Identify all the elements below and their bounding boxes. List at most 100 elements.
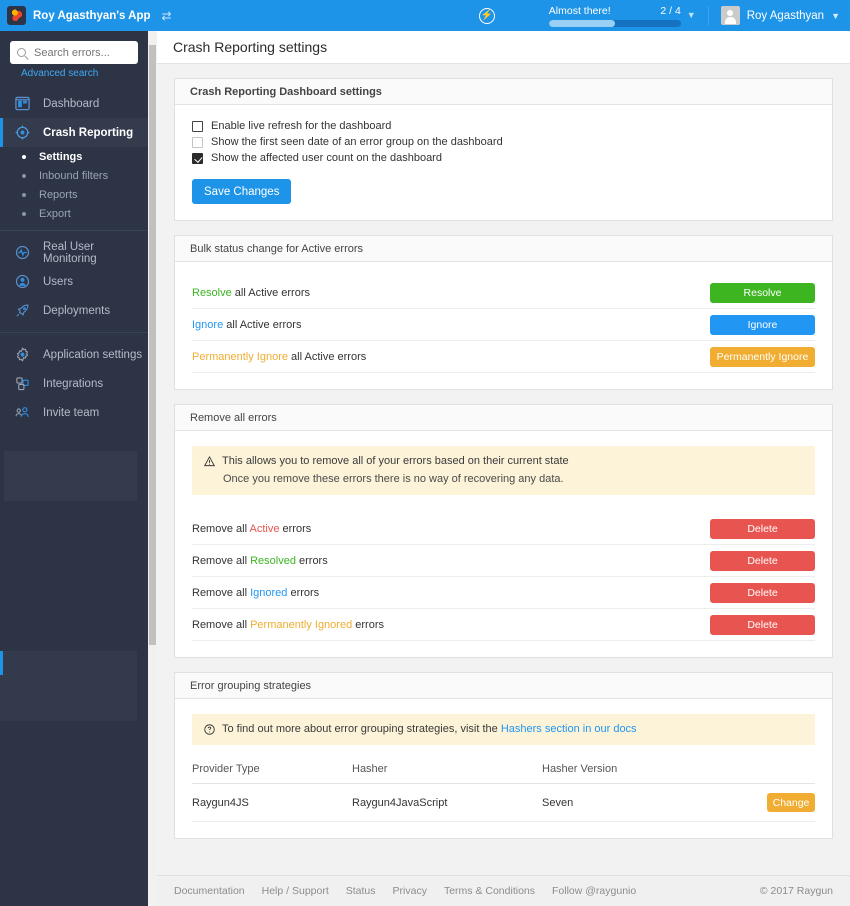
bulk-keyword[interactable]: Permanently Ignore xyxy=(192,351,288,363)
brand-area[interactable]: Roy Agasthyan's App ⇄ xyxy=(0,0,172,31)
bulk-row-text: Ignore all Active errors xyxy=(192,319,301,331)
advanced-search-link[interactable]: Advanced search xyxy=(10,64,138,79)
card-heading: Bulk status change for Active errors xyxy=(175,236,832,262)
progress-labels: Almost there! 2 / 4 xyxy=(549,5,681,17)
bulk-keyword[interactable]: Ignore xyxy=(192,319,223,331)
sidebar: Advanced search Dashboard xyxy=(0,31,148,906)
user-menu[interactable]: Roy Agasthyan ▼ xyxy=(720,6,850,25)
column-header-actions xyxy=(755,763,815,784)
checkbox-first-seen-date[interactable] xyxy=(192,136,203,148)
checkbox-row-affected-user-count[interactable]: Show the affected user count on the dash… xyxy=(192,152,815,164)
checkbox-row-first-seen-date[interactable]: Show the first seen date of an error gro… xyxy=(192,136,815,148)
card-heading: Crash Reporting Dashboard settings xyxy=(175,79,832,105)
bolt-circle-icon[interactable]: ⚡ xyxy=(478,7,495,24)
change-hasher-button[interactable]: Change xyxy=(767,793,815,812)
page-header: Crash Reporting settings xyxy=(157,31,850,64)
sidebar-search-wrap: Advanced search xyxy=(0,31,148,79)
bulk-ignore-button[interactable]: Ignore xyxy=(710,314,815,335)
sidebar-item-label: Crash Reporting xyxy=(43,126,134,139)
shuffle-icon[interactable]: ⇄ xyxy=(162,10,172,22)
delete-permanently-ignored-button[interactable]: Delete xyxy=(710,614,815,635)
save-changes-button[interactable]: Save Changes xyxy=(192,179,292,204)
remove-row-active: Remove all Active errors Delete xyxy=(192,513,815,545)
gear-icon xyxy=(14,346,31,363)
remove-prefix: Remove all xyxy=(192,554,251,567)
sidebar-subitem-reports[interactable]: Reports xyxy=(0,185,148,204)
progress-caret-icon[interactable]: ▼ xyxy=(687,11,696,20)
checkbox-affected-user-count[interactable] xyxy=(192,152,203,164)
alert-text: This allows you to remove all of your er… xyxy=(222,455,569,467)
crosshair-icon xyxy=(14,124,31,141)
footer-link-terms-conditions[interactable]: Terms & Conditions xyxy=(444,885,535,897)
footer-copyright: © 2017 Raygun xyxy=(759,885,833,897)
footer-link-status[interactable]: Status xyxy=(346,885,376,897)
search-input[interactable] xyxy=(32,45,131,60)
sidebar-subitem-label: Reports xyxy=(39,188,78,201)
card-body: Resolve all Active errors Resolve Ignore… xyxy=(175,262,832,389)
sidebar-subitem-export[interactable]: Export xyxy=(0,204,148,223)
cell-provider-type: Raygun4JS xyxy=(192,783,352,822)
sidebar-item-label: Dashboard xyxy=(43,97,100,110)
search-icon xyxy=(17,48,26,57)
sidebar-nav: Dashboard Crash Reporting Settings Inbou… xyxy=(0,89,148,427)
bulk-permanently-ignore-button[interactable]: Permanently Ignore xyxy=(710,346,815,367)
sidebar-item-application-settings[interactable]: Application settings xyxy=(0,340,148,369)
team-icon xyxy=(14,404,31,421)
sidebar-item-label: Real User Monitoring xyxy=(43,240,97,265)
column-header-hasher-version: Hasher Version xyxy=(542,763,755,784)
bulk-row-text: Resolve all Active errors xyxy=(192,287,310,299)
sidebar-item-invite-team[interactable]: Invite team xyxy=(0,398,148,427)
progress-count: 2 / 4 xyxy=(660,4,681,17)
remove-keyword[interactable]: Ignored xyxy=(250,587,287,599)
bulk-resolve-button[interactable]: Resolve xyxy=(710,282,815,303)
footer-link-privacy[interactable]: Privacy xyxy=(393,885,427,897)
remove-row-text: Remove all Active errors xyxy=(192,523,311,535)
page-scrollbar[interactable] xyxy=(148,31,157,906)
bullet-icon xyxy=(22,211,26,216)
cell-hasher: Raygun4JavaScript xyxy=(352,783,542,822)
bullet-icon xyxy=(22,173,26,178)
scrollbar-thumb[interactable] xyxy=(149,45,156,645)
main-content: Crash Reporting settings Crash Reporting… xyxy=(157,31,850,906)
sidebar-item-label: Users xyxy=(43,275,74,288)
remove-keyword[interactable]: Permanently Ignored xyxy=(250,619,352,631)
warning-alert: This allows you to remove all of your er… xyxy=(192,446,815,495)
bulk-rest: all Active errors xyxy=(231,286,310,299)
card-error-grouping-strategies: Error grouping strategies To find out mo… xyxy=(174,672,833,839)
delete-resolved-button[interactable]: Delete xyxy=(710,550,815,571)
footer-link-help-support[interactable]: Help / Support xyxy=(262,885,329,897)
remove-prefix: Remove all xyxy=(192,522,250,535)
sidebar-subitem-settings[interactable]: Settings xyxy=(0,147,148,166)
hashers-docs-link[interactable]: Hashers section in our docs xyxy=(501,723,637,735)
remove-keyword[interactable]: Active xyxy=(249,523,279,535)
remove-keyword[interactable]: Resolved xyxy=(250,555,296,567)
bulk-row-resolve: Resolve all Active errors Resolve xyxy=(192,277,815,309)
table-head: Provider Type Hasher Hasher Version xyxy=(192,763,815,784)
checkbox-row-live-refresh[interactable]: Enable live refresh for the dashboard xyxy=(192,120,815,132)
user-caret-icon[interactable]: ▼ xyxy=(831,11,840,21)
alert-primary-line: To find out more about error grouping st… xyxy=(204,723,803,735)
progress-track xyxy=(548,19,681,27)
footer-link-follow-raygun[interactable]: Follow @raygunio xyxy=(552,885,636,897)
card-heading: Remove all errors xyxy=(175,405,832,431)
delete-ignored-button[interactable]: Delete xyxy=(710,582,815,603)
delete-active-button[interactable]: Delete xyxy=(710,518,815,539)
onboarding-progress[interactable]: Almost there! 2 / 4 xyxy=(548,5,681,27)
sidebar-subitem-inbound-filters[interactable]: Inbound filters xyxy=(0,166,148,185)
info-alert: To find out more about error grouping st… xyxy=(192,714,815,745)
sidebar-subitem-label: Settings xyxy=(39,150,83,163)
sidebar-item-deployments[interactable]: Deployments xyxy=(0,296,148,325)
remove-row-text: Remove all Resolved errors xyxy=(192,555,328,567)
card-dashboard-settings: Crash Reporting Dashboard settings Enabl… xyxy=(174,78,833,221)
sidebar-item-integrations[interactable]: Integrations xyxy=(0,369,148,398)
question-circle-icon xyxy=(204,724,215,735)
bulk-keyword[interactable]: Resolve xyxy=(192,287,232,299)
footer-link-documentation[interactable]: Documentation xyxy=(174,885,245,897)
checkbox-live-refresh[interactable] xyxy=(192,120,203,132)
sidebar-item-users[interactable]: Users xyxy=(0,267,148,296)
sidebar-item-crash-reporting[interactable]: Crash Reporting xyxy=(0,118,148,147)
sidebar-item-real-user-monitoring[interactable]: Real User Monitoring xyxy=(0,238,148,267)
sidebar-item-dashboard[interactable]: Dashboard xyxy=(0,89,148,118)
search-box[interactable] xyxy=(10,41,138,64)
footer-links: Documentation Help / Support Status Priv… xyxy=(174,885,636,897)
